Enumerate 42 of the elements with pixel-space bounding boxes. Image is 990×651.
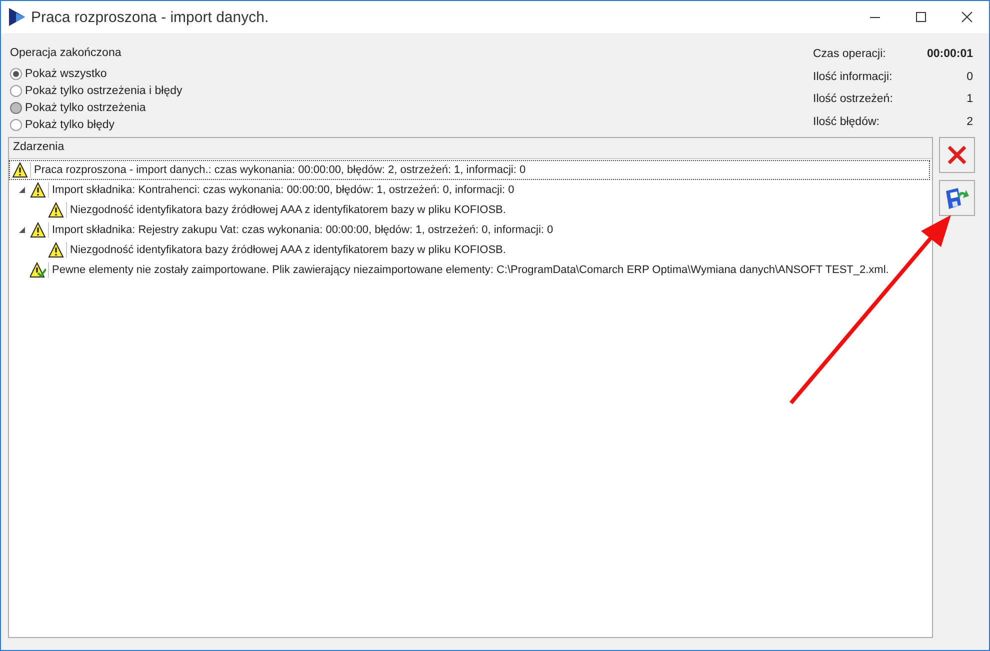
event-row[interactable]: Praca rozproszona - import danych.: czas wykonania: 00:00:00, błędów: 2, ostrzeżeń: 1, informacji: 0 (9, 160, 930, 180)
floppy-disk-arrow-icon (944, 185, 970, 211)
event-text: Pewne elementy nie zostały zaimportowane. Plik zawierający niezaimportowane elementy: C:\ProgramData\Comarch ERP Optima\Wymiana danych\ANSOFT TEST_2.xml. (52, 264, 889, 276)
stat-label: Ilość błędów: (813, 116, 880, 128)
stat-value: 0 (966, 70, 973, 83)
stat-label: Ilość informacji: (813, 70, 892, 83)
stat-label: Ilość ostrzeżeń: (813, 93, 893, 106)
event-text: Niezgodność identyfikatora bazy źródłowej AAA z identyfikatorem bazy w pliku KOFIOSB. (70, 204, 506, 216)
filter-radio[interactable]: Pokaż tylko ostrzeżenia i błędy (10, 82, 182, 99)
event-text: Niezgodność identyfikatora bazy źródłowej AAA z identyfikatorem bazy w pliku KOFIOSB. (70, 244, 506, 256)
cross-icon (946, 144, 968, 166)
maximize-icon[interactable] (915, 11, 927, 23)
panel-header: Zdarzenia (9, 138, 932, 159)
save-button[interactable] (939, 180, 975, 216)
warning-check-icon (30, 262, 46, 278)
warning-icon (30, 222, 46, 238)
app-logo-icon (9, 8, 25, 26)
warning-icon (12, 162, 28, 178)
cancel-button[interactable] (939, 137, 975, 173)
event-row[interactable]: Niezgodność identyfikatora bazy źródłowej AAA z identyfikatorem bazy w pliku KOFIOSB. (9, 200, 930, 220)
stat-value: 2 (966, 116, 973, 128)
event-row[interactable]: Import składnika: Rejestry zakupu Vat: czas wykonania: 00:00:00, błędów: 1, ostrzeżeń: 0, informacji: 0 (9, 220, 930, 240)
event-row[interactable]: Import składnika: Kontrahenci: czas wykonania: 00:00:00, błędów: 1, ostrzeżeń: 0, informacji: 0 (9, 180, 930, 200)
close-icon[interactable] (961, 11, 973, 23)
window-title: Praca rozproszona - import danych. (31, 8, 269, 26)
filter-radio[interactable]: Pokaż tylko ostrzeżenia (10, 99, 182, 116)
stat-value: 1 (966, 93, 973, 106)
event-text: Praca rozproszona - import danych.: czas wykonania: 00:00:00, błędów: 2, ostrzeżeń: 1, informacji: 0 (34, 164, 526, 176)
event-text: Import składnika: Kontrahenci: czas wykonania: 00:00:00, błędów: 1, ostrzeżeń: 0, informacji: 0 (52, 184, 514, 196)
warning-icon (48, 202, 64, 218)
warning-icon (30, 182, 46, 198)
status-label: Operacja zakończona (10, 47, 122, 59)
stat-label: Czas operacji: (813, 48, 886, 60)
stat-value: 00:00:01 (926, 48, 973, 60)
event-text: Import składnika: Rejestry zakupu Vat: czas wykonania: 00:00:00, błędów: 1, ostrzeżeń: 0, informacji: 0 (52, 224, 554, 236)
expand-icon[interactable] (18, 226, 26, 234)
event-row[interactable]: Niezgodność identyfikatora bazy źródłowej AAA z identyfikatorem bazy w pliku KOFIOSB. (9, 240, 930, 260)
warning-icon (48, 242, 64, 258)
expand-icon[interactable] (18, 186, 26, 194)
filter-radio[interactable]: Pokaż tylko błędy (10, 116, 182, 133)
filter-radio[interactable]: Pokaż wszystko (10, 65, 182, 82)
event-row[interactable]: Pewne elementy nie zostały zaimportowane. Plik zawierający niezaimportowane elementy: C:\ProgramData\Comarch ERP Optima\Wymiana danych\ANSOFT TEST_2.xml. (9, 260, 930, 280)
